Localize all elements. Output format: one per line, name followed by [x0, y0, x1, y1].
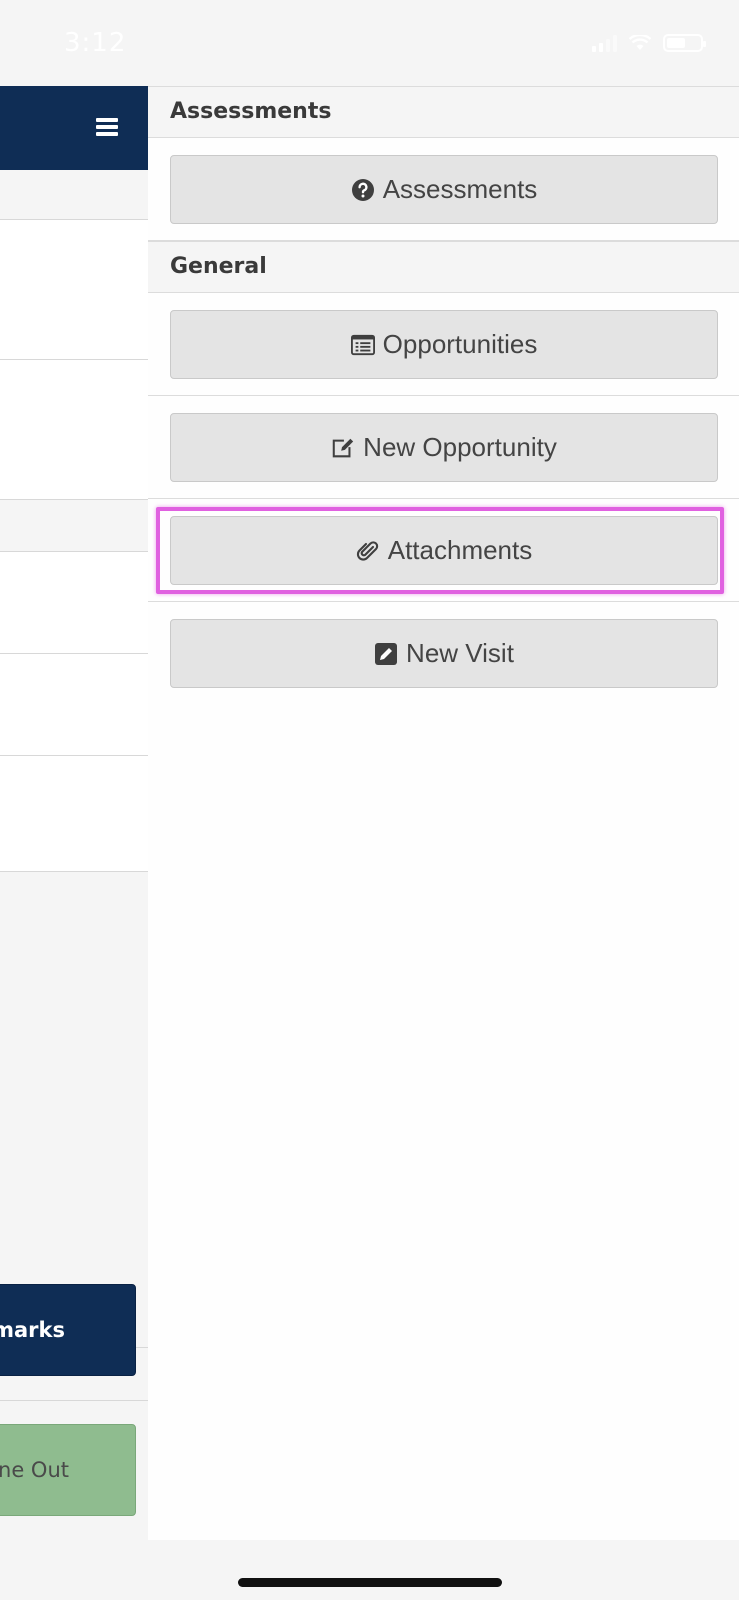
battery-icon [663, 34, 706, 52]
app-header [0, 86, 148, 170]
attachments-button[interactable]: Attachments [170, 516, 718, 585]
list-item[interactable] [0, 654, 148, 756]
assessments-button-label: Assessments [382, 174, 538, 204]
opportunities-button-label: Opportunities [382, 329, 538, 359]
section-header-general: General [148, 241, 739, 293]
attachments-button-label: Attachments [387, 535, 533, 565]
new-opportunity-button-label: New Opportunity [363, 432, 557, 462]
side-drawer-menu: Assessments Assessments General Opportun… [148, 86, 739, 1540]
time-out-button[interactable]: ne Out [0, 1424, 136, 1516]
empty-area [0, 872, 148, 1348]
wifi-icon [629, 35, 651, 50]
list-item[interactable] [0, 220, 148, 360]
paperclip-icon [356, 540, 378, 561]
remarks-button[interactable]: emarks [0, 1284, 136, 1376]
status-icons [592, 34, 706, 52]
status-time: 3:12 [64, 28, 127, 58]
underlying-page: emarks ne Out [0, 86, 148, 1540]
menu-row: New Visit [148, 602, 739, 705]
menu-row: Attachments [148, 499, 739, 602]
opportunities-button[interactable]: Opportunities [170, 310, 718, 379]
list-item[interactable] [0, 552, 148, 654]
new-visit-button-label: New Visit [406, 638, 514, 668]
menu-row: New Opportunity [148, 396, 739, 499]
left-band [0, 170, 148, 220]
hamburger-menu-icon[interactable] [96, 118, 118, 136]
time-out-button-label: ne Out [0, 1458, 69, 1482]
new-opportunity-button[interactable]: New Opportunity [170, 413, 718, 482]
menu-row: Assessments [148, 138, 739, 241]
list-item[interactable] [0, 360, 148, 500]
question-circle-icon [351, 178, 374, 201]
list-alt-icon [350, 334, 375, 355]
edit-icon [332, 438, 354, 457]
new-visit-button[interactable]: New Visit [170, 619, 718, 688]
divider [0, 1400, 148, 1401]
status-bar: 3:12 [0, 0, 739, 86]
list-item[interactable] [0, 756, 148, 872]
menu-row: Opportunities [148, 293, 739, 396]
remarks-button-label: emarks [0, 1318, 65, 1342]
pencil-square-icon [375, 642, 398, 665]
signal-icon [592, 34, 617, 52]
assessments-button[interactable]: Assessments [170, 155, 718, 224]
left-band [0, 500, 148, 552]
home-area [0, 1540, 739, 1600]
section-header-assessments: Assessments [148, 86, 739, 138]
home-indicator[interactable] [238, 1578, 502, 1587]
